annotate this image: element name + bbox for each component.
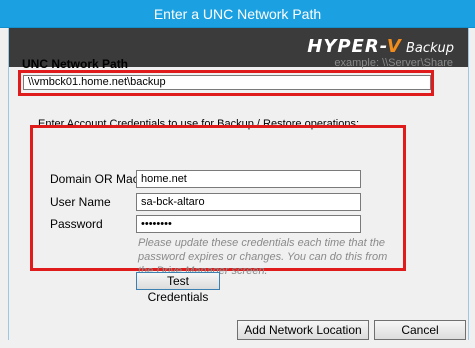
domain-input[interactable]: home.net bbox=[136, 170, 361, 188]
unc-example-hint: example: \\Server\Share bbox=[334, 57, 453, 69]
cancel-button[interactable]: Cancel bbox=[374, 320, 466, 340]
username-input[interactable]: sa-bck-altaro bbox=[136, 193, 361, 211]
unc-path-input[interactable]: \\vmbck01.home.net\backup bbox=[23, 75, 431, 90]
unc-path-label: UNC Network Path bbox=[22, 57, 129, 71]
username-label: User Name bbox=[50, 195, 111, 209]
password-input[interactable]: •••••••• bbox=[136, 215, 361, 233]
logo-v-text: V bbox=[386, 36, 402, 57]
logo-sub-text: Backup bbox=[401, 41, 454, 56]
unc-highlight-box: \\vmbck01.home.net\backup bbox=[18, 70, 434, 96]
window-title: Enter a UNC Network Path bbox=[153, 6, 322, 22]
add-network-location-button[interactable]: Add Network Location bbox=[237, 320, 369, 340]
product-logo: HYPER-V Backup bbox=[307, 36, 454, 57]
logo-main-text: HYPER- bbox=[307, 36, 387, 57]
test-credentials-button[interactable]: Test Credentials bbox=[136, 272, 220, 304]
title-bar: Enter a UNC Network Path bbox=[0, 0, 475, 28]
password-label: Password bbox=[50, 217, 103, 231]
